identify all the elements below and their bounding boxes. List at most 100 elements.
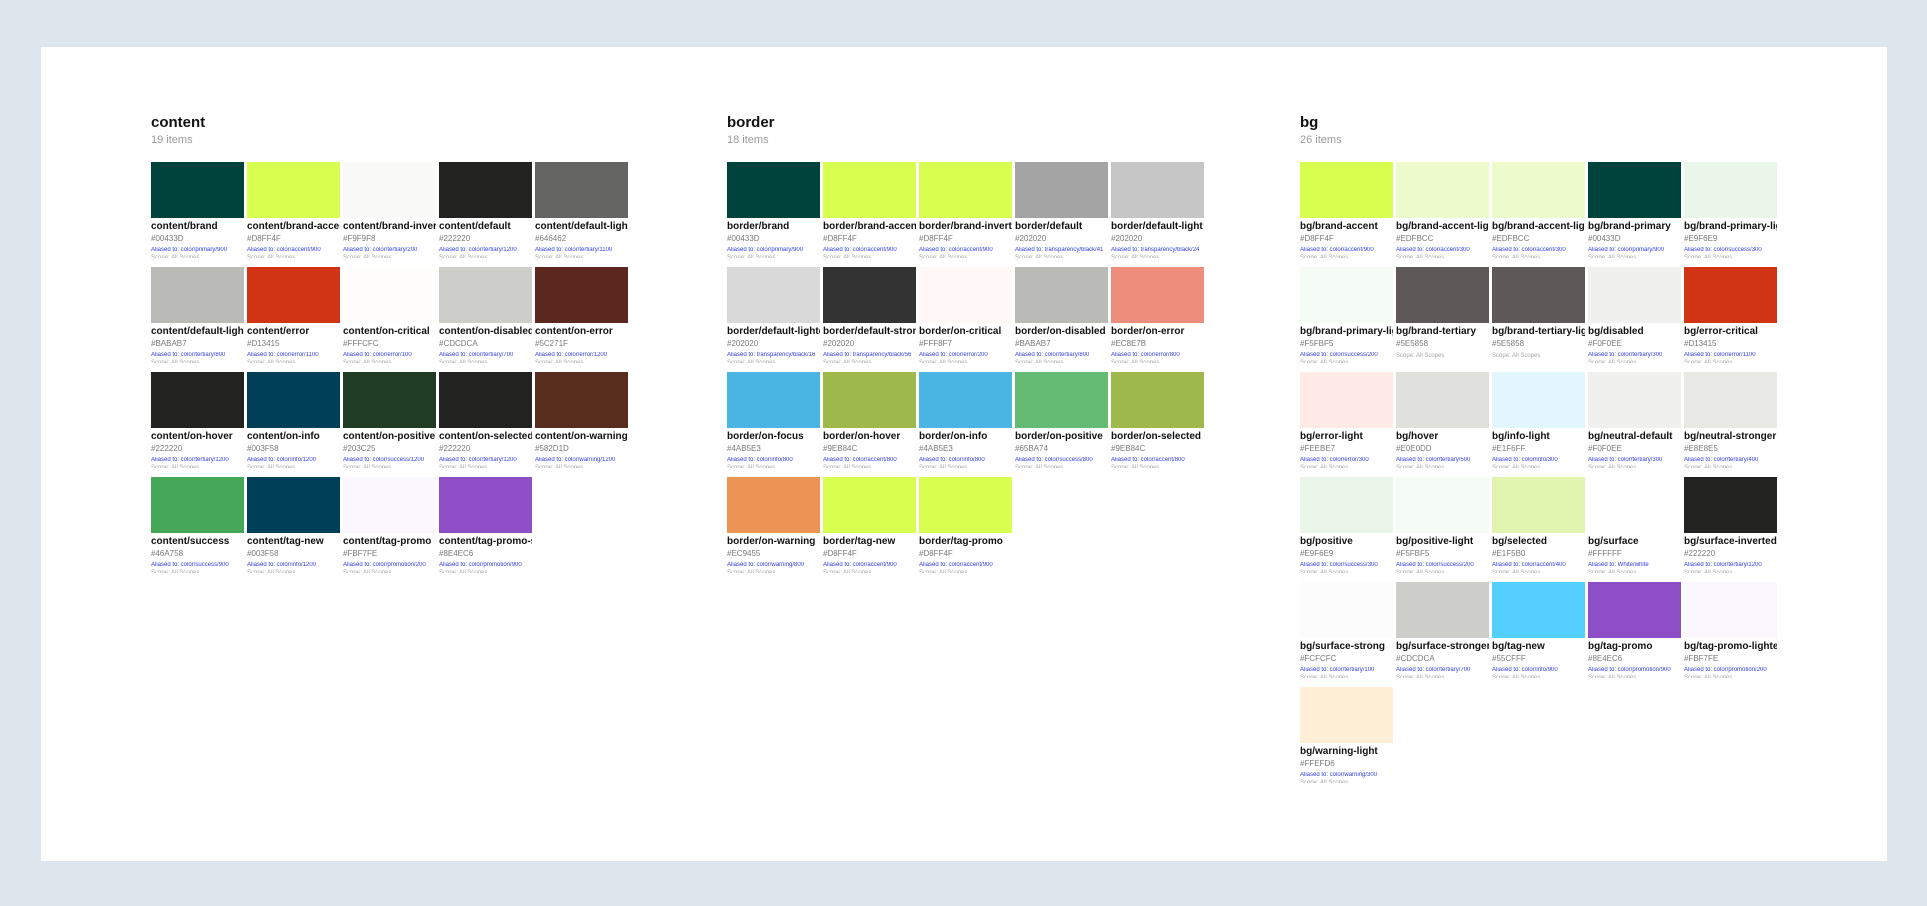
color-token-card[interactable]: bg/error-critical #D13415 Aliased to: colo… <box>1684 267 1777 363</box>
color-token-card[interactable]: bg/brand-primary #00433D Aliased to: color… <box>1588 162 1681 258</box>
color-swatch[interactable] <box>1492 372 1585 428</box>
color-token-card[interactable]: border/on-focus #4AB5E3 Aliased to: color/… <box>727 372 820 468</box>
color-token-card[interactable]: border/tag-promo #D8FF4F Aliased to: color… <box>919 477 1012 573</box>
color-swatch[interactable] <box>1492 582 1585 638</box>
color-swatch[interactable] <box>151 477 244 533</box>
color-swatch[interactable] <box>727 162 820 218</box>
color-swatch[interactable] <box>1300 477 1393 533</box>
color-token-card[interactable]: border/on-hover #9EB84C Aliased to: color/… <box>823 372 916 468</box>
color-token-card[interactable]: bg/surface-inverted #222220 Aliased to: co… <box>1684 477 1777 573</box>
color-swatch[interactable] <box>247 267 340 323</box>
color-token-card[interactable]: border/brand-accent #D8FF4F Aliased to: co… <box>823 162 916 258</box>
color-token-card[interactable]: bg/brand-primary-light #E9F6E9 Aliased to:… <box>1684 162 1777 258</box>
color-token-card[interactable]: bg/positive-light #F5FBF5 Aliased to: colo… <box>1396 477 1489 573</box>
color-token-card[interactable]: border/on-selected #9EB84C Aliased to: col… <box>1111 372 1204 468</box>
color-swatch[interactable] <box>1300 372 1393 428</box>
color-swatch[interactable] <box>1396 162 1489 218</box>
color-token-card[interactable]: content/tag-promo #FBF7FE Aliased to: colo… <box>343 477 436 573</box>
color-swatch[interactable] <box>1684 162 1777 218</box>
color-swatch[interactable] <box>1684 372 1777 428</box>
color-swatch[interactable] <box>823 477 916 533</box>
color-swatch[interactable] <box>1015 267 1108 323</box>
color-token-card[interactable]: bg/info-light #E1F6FF Aliased to: color/in… <box>1492 372 1585 468</box>
color-swatch[interactable] <box>919 372 1012 428</box>
color-swatch[interactable] <box>247 372 340 428</box>
color-token-card[interactable]: border/on-info #4AB5E3 Aliased to: color/i… <box>919 372 1012 468</box>
color-token-card[interactable]: bg/hover #E0E0DD Aliased to: color/tertiar… <box>1396 372 1489 468</box>
color-swatch[interactable] <box>535 372 628 428</box>
color-token-card[interactable]: border/brand-inverted #D8FF4F Aliased to: … <box>919 162 1012 258</box>
color-token-card[interactable]: content/tag-promo-strong #8E4EC6 Aliased t… <box>439 477 532 573</box>
color-token-card[interactable]: border/default #202020 Aliased to: transpa… <box>1015 162 1108 258</box>
color-token-card[interactable]: border/on-positive #65BA74 Aliased to: col… <box>1015 372 1108 468</box>
color-swatch[interactable] <box>1396 477 1489 533</box>
color-token-card[interactable]: content/default #222220 Aliased to: color/… <box>439 162 532 258</box>
color-token-card[interactable]: content/default-light #646462 Aliased to: … <box>535 162 628 258</box>
color-token-card[interactable]: bg/selected #E1F5B0 Aliased to: color/acce… <box>1492 477 1585 573</box>
color-swatch[interactable] <box>343 372 436 428</box>
color-swatch[interactable] <box>727 267 820 323</box>
color-swatch[interactable] <box>439 267 532 323</box>
color-token-card[interactable]: border/default-strong #202020 Aliased to: … <box>823 267 916 363</box>
color-swatch[interactable] <box>1684 582 1777 638</box>
color-token-card[interactable]: bg/surface-stronger #CDCDCA Aliased to: co… <box>1396 582 1489 678</box>
color-token-card[interactable]: content/on-info #003F58 Aliased to: color/… <box>247 372 340 468</box>
color-token-card[interactable]: border/default-lighter #202020 Aliased to:… <box>727 267 820 363</box>
color-swatch[interactable] <box>1588 162 1681 218</box>
color-token-card[interactable]: border/brand #00433D Aliased to: color/pri… <box>727 162 820 258</box>
color-token-card[interactable]: content/on-positive #203C25 Aliased to: co… <box>343 372 436 468</box>
color-swatch[interactable] <box>247 477 340 533</box>
color-swatch[interactable] <box>1015 372 1108 428</box>
color-swatch[interactable] <box>151 372 244 428</box>
color-token-card[interactable]: content/default-lighter #BABAB7 Aliased to… <box>151 267 244 363</box>
color-swatch[interactable] <box>343 477 436 533</box>
color-swatch[interactable] <box>1492 162 1585 218</box>
color-swatch[interactable] <box>535 267 628 323</box>
color-swatch[interactable] <box>1111 162 1204 218</box>
color-swatch[interactable] <box>1684 477 1777 533</box>
color-swatch[interactable] <box>343 267 436 323</box>
color-token-card[interactable]: content/error #D13415 Aliased to: color/er… <box>247 267 340 363</box>
color-swatch[interactable] <box>1111 372 1204 428</box>
color-swatch[interactable] <box>1588 267 1681 323</box>
color-swatch[interactable] <box>343 162 436 218</box>
color-token-card[interactable]: content/brand-inverted #F9F9F8 Aliased to:… <box>343 162 436 258</box>
color-token-card[interactable]: bg/brand-accent-light #EDFBCC Aliased to: … <box>1396 162 1489 258</box>
color-swatch[interactable] <box>823 162 916 218</box>
color-swatch[interactable] <box>1111 267 1204 323</box>
color-token-card[interactable]: bg/neutral-stronger #E8E8E5 Aliased to: co… <box>1684 372 1777 468</box>
color-swatch[interactable] <box>439 477 532 533</box>
color-swatch[interactable] <box>1300 687 1393 743</box>
color-swatch[interactable] <box>727 372 820 428</box>
color-swatch[interactable] <box>823 372 916 428</box>
color-token-card[interactable]: bg/warning-light #FFEFD6 Aliased to: color… <box>1300 687 1393 783</box>
color-token-card[interactable]: content/brand-accent #D8FF4F Aliased to: c… <box>247 162 340 258</box>
color-token-card[interactable]: bg/disabled #F0F0EE Aliased to: color/tert… <box>1588 267 1681 363</box>
color-swatch[interactable] <box>727 477 820 533</box>
color-swatch[interactable] <box>247 162 340 218</box>
color-swatch[interactable] <box>1396 267 1489 323</box>
color-token-card[interactable]: border/on-critical #FFF8F7 Aliased to: col… <box>919 267 1012 363</box>
color-swatch[interactable] <box>919 267 1012 323</box>
color-swatch[interactable] <box>1588 372 1681 428</box>
color-token-card[interactable]: bg/positive #E9F6E9 Aliased to: color/succ… <box>1300 477 1393 573</box>
color-token-card[interactable]: bg/brand-tertiary-light #5E5858 Scope: All… <box>1492 267 1585 363</box>
color-token-card[interactable]: border/tag-new #D8FF4F Aliased to: color/a… <box>823 477 916 573</box>
color-token-card[interactable]: bg/brand-accent-lighter #EDFBCC Aliased to… <box>1492 162 1585 258</box>
color-token-card[interactable]: bg/neutral-default #F0F0EE Aliased to: col… <box>1588 372 1681 468</box>
color-swatch[interactable] <box>1684 267 1777 323</box>
color-token-card[interactable]: content/on-warning #582D1D Aliased to: col… <box>535 372 628 468</box>
color-token-card[interactable]: bg/tag-promo-lighter #FBF7FE Aliased to: c… <box>1684 582 1777 678</box>
color-swatch[interactable] <box>919 477 1012 533</box>
color-token-card[interactable]: bg/tag-new #55CFFF Aliased to: color/info/… <box>1492 582 1585 678</box>
color-swatch[interactable] <box>1492 267 1585 323</box>
color-token-card[interactable]: bg/brand-tertiary #5E5858 Scope: All Scope… <box>1396 267 1489 363</box>
color-swatch[interactable] <box>535 162 628 218</box>
color-token-card[interactable]: bg/tag-promo #8E4EC6 Aliased to: color/pro… <box>1588 582 1681 678</box>
color-token-card[interactable]: bg/error-light #FEEBE7 Aliased to: color/e… <box>1300 372 1393 468</box>
color-swatch[interactable] <box>1300 267 1393 323</box>
color-swatch[interactable] <box>919 162 1012 218</box>
color-token-card[interactable]: border/on-disabled #BABAB7 Aliased to: col… <box>1015 267 1108 363</box>
color-token-card[interactable]: content/on-critical #FFFCFC Aliased to: co… <box>343 267 436 363</box>
color-token-card[interactable]: content/on-disabled #CDCDCA Aliased to: co… <box>439 267 532 363</box>
